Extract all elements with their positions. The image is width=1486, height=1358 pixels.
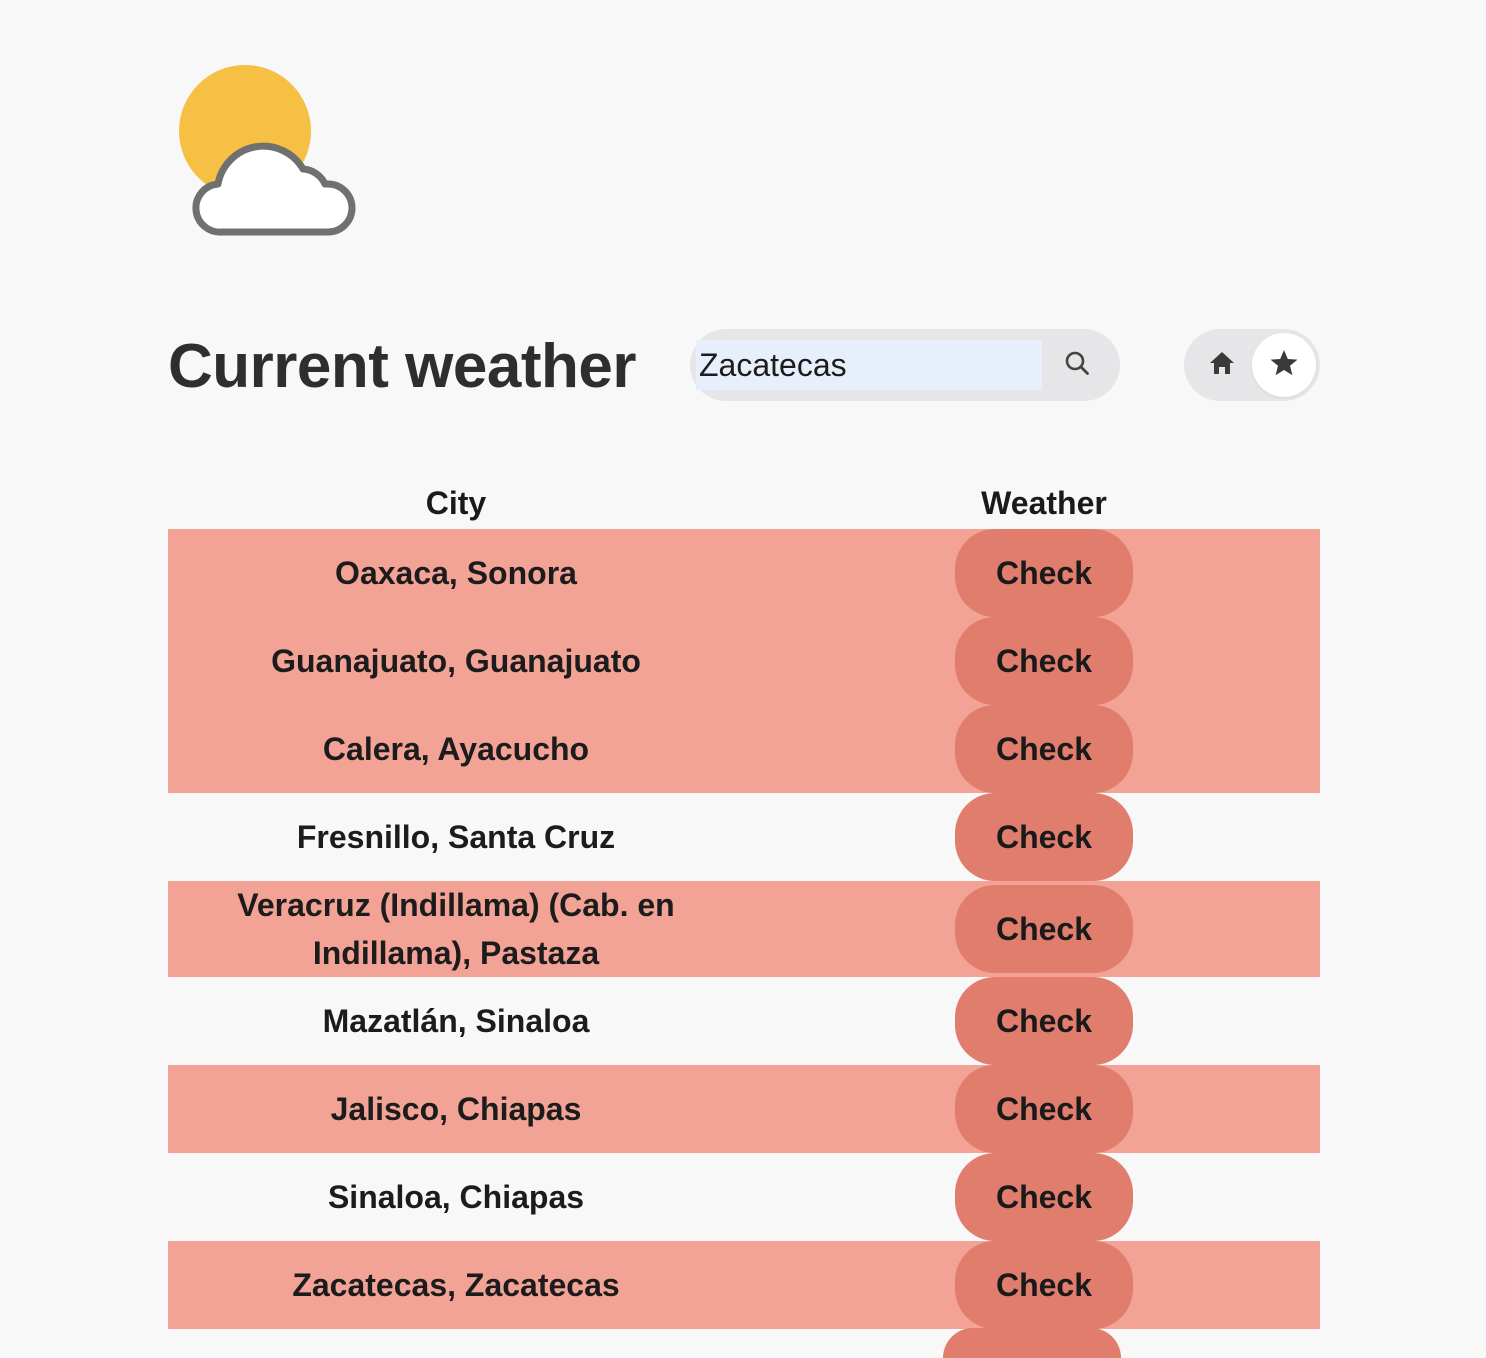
city-cell: Oaxaca, Sonora <box>168 549 744 597</box>
search-icon <box>1064 350 1090 381</box>
check-weather-button[interactable]: Check <box>955 529 1133 617</box>
check-button-partial[interactable] <box>943 1328 1121 1358</box>
check-weather-button[interactable]: Check <box>955 617 1133 705</box>
check-weather-button[interactable]: Check <box>955 705 1133 793</box>
check-weather-button[interactable]: Check <box>955 793 1133 881</box>
table-row: Oaxaca, Sonora Check <box>168 529 1320 617</box>
city-cell: Fresnillo, Santa Cruz <box>168 813 744 861</box>
city-name: Jalisco, Chiapas <box>330 1091 582 1127</box>
search-button[interactable] <box>1052 340 1102 390</box>
city-name: Oaxaca, Sonora <box>335 555 577 591</box>
table-row: Zacatecas, Zacatecas Check <box>168 1241 1320 1329</box>
weather-cell: Check <box>744 617 1320 705</box>
star-icon <box>1269 348 1299 383</box>
table-row: Fresnillo, Santa Cruz Check <box>168 793 1320 881</box>
city-name: Fresnillo, Santa Cruz <box>296 819 616 855</box>
city-cell: Calera, Ayacucho <box>168 725 744 773</box>
sun-cloud-icon <box>178 64 358 239</box>
check-weather-button[interactable]: Check <box>955 1153 1133 1241</box>
view-toggle <box>1184 329 1320 401</box>
city-name: Zacatecas, Zacatecas <box>292 1267 620 1303</box>
city-name: Sinaloa, Chiapas <box>327 1179 585 1215</box>
home-icon <box>1208 349 1236 382</box>
search-bar <box>690 329 1120 401</box>
weather-table: City Weather Oaxaca, Sonora Check Guanajua… <box>168 478 1320 1329</box>
weather-cell: Check <box>744 705 1320 793</box>
page-title: Current weather <box>168 332 636 401</box>
favorites-toggle-button[interactable] <box>1252 333 1316 397</box>
table-row: Mazatlán, Sinaloa Check <box>168 977 1320 1065</box>
table-body: Oaxaca, Sonora Check Guanajuato, Guanajuat… <box>168 529 1320 1329</box>
check-weather-button[interactable]: Check <box>955 1241 1133 1329</box>
search-input[interactable] <box>696 340 1042 390</box>
city-cell: Jalisco, Chiapas <box>168 1085 744 1133</box>
check-weather-button[interactable]: Check <box>955 885 1133 973</box>
weather-cell: Check <box>744 1153 1320 1241</box>
weather-cell: Check <box>744 1065 1320 1153</box>
city-name: Calera, Ayacucho <box>322 731 590 767</box>
check-weather-button[interactable]: Check <box>955 1065 1133 1153</box>
table-header: City Weather <box>168 478 1320 529</box>
table-row: Sinaloa, Chiapas Check <box>168 1153 1320 1241</box>
table-row: Veracruz (Indillama) (Cab. en Indillama)… <box>168 881 1320 977</box>
weather-cell: Check <box>744 1241 1320 1329</box>
table-row: Calera, Ayacucho Check <box>168 705 1320 793</box>
home-toggle-button[interactable] <box>1192 335 1252 395</box>
city-cell: Veracruz (Indillama) (Cab. en Indillama)… <box>168 881 744 977</box>
weather-cell: Check <box>744 529 1320 617</box>
column-header-weather: Weather <box>981 485 1107 521</box>
city-name: Mazatlán, Sinaloa <box>322 1003 590 1039</box>
weather-cell: Check <box>744 885 1320 973</box>
check-weather-button[interactable]: Check <box>955 977 1133 1065</box>
city-cell: Guanajuato, Guanajuato <box>168 637 744 685</box>
city-cell: Mazatlán, Sinaloa <box>168 997 744 1045</box>
city-name: Veracruz (Indillama) (Cab. en Indillama)… <box>237 887 675 971</box>
weather-cell: Check <box>744 793 1320 881</box>
city-cell: Zacatecas, Zacatecas <box>168 1261 744 1309</box>
city-name: Guanajuato, Guanajuato <box>271 643 641 679</box>
column-header-city: City <box>425 485 487 521</box>
table-row: Jalisco, Chiapas Check <box>168 1065 1320 1153</box>
weather-cell: Check <box>744 977 1320 1065</box>
table-row: Guanajuato, Guanajuato Check <box>168 617 1320 705</box>
city-cell: Sinaloa, Chiapas <box>168 1173 744 1221</box>
